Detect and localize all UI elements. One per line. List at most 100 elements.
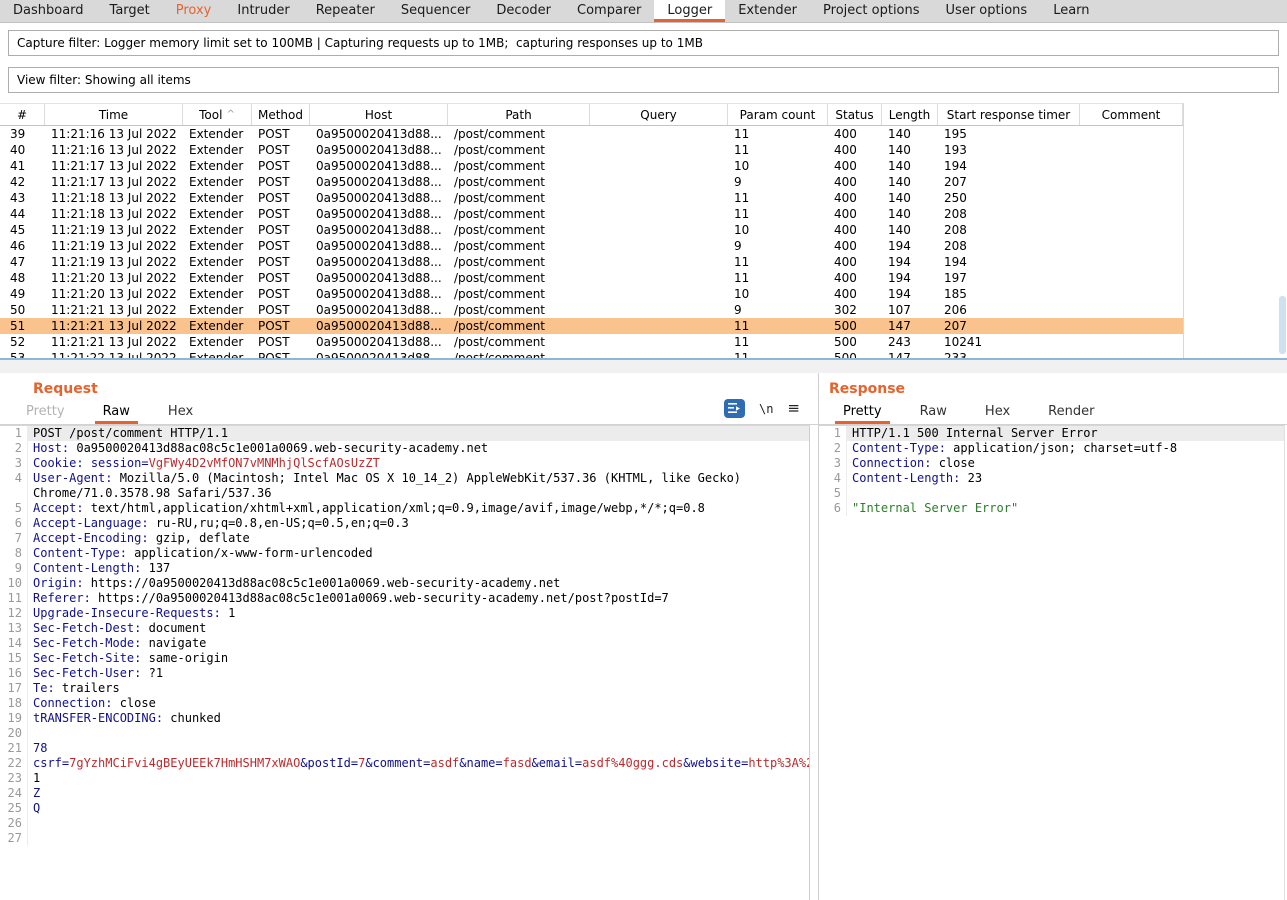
menu-tab-target[interactable]: Target [97,0,163,22]
line-number: 3 [0,456,28,471]
column-header-host[interactable]: Host [310,104,448,125]
menu-tab-decoder[interactable]: Decoder [483,0,564,22]
table-row[interactable]: 5011:21:21 13 Jul 2022ExtenderPOST0a9500… [0,302,1287,318]
menu-tab-sequencer[interactable]: Sequencer [388,0,483,22]
editor-menu-icon[interactable]: ≡ [787,401,800,416]
response-tab-raw[interactable]: Raw [912,400,955,424]
editor-line: 231 [0,771,809,786]
table-row[interactable]: 4511:21:19 13 Jul 2022ExtenderPOST0a9500… [0,222,1287,238]
cell [1080,286,1183,302]
line-content: tRANSFER-ENCODING: chunked [28,711,809,726]
table-row[interactable]: 4411:21:18 13 Jul 2022ExtenderPOST0a9500… [0,206,1287,222]
cell: 400 [828,206,882,222]
column-header-time[interactable]: Time [45,104,183,125]
response-tab-render[interactable]: Render [1040,400,1102,424]
column-header-query[interactable]: Query [590,104,728,125]
table-row[interactable]: 4911:21:20 13 Jul 2022ExtenderPOST0a9500… [0,286,1287,302]
line-content: Sec-Fetch-User: ?1 [28,666,809,681]
table-row[interactable]: 3911:21:16 13 Jul 2022ExtenderPOST0a9500… [0,126,1287,142]
table-row[interactable]: 5211:21:21 13 Jul 2022ExtenderPOST0a9500… [0,334,1287,350]
menu-tab-extender[interactable]: Extender [725,0,810,22]
pretty-print-icon[interactable] [724,399,745,418]
menu-tab-dashboard[interactable]: Dashboard [0,0,97,22]
table-row[interactable]: 4311:21:18 13 Jul 2022ExtenderPOST0a9500… [0,190,1287,206]
column-header-param-count[interactable]: Param count [728,104,828,125]
line-number: 5 [0,501,28,516]
cell: 185 [938,286,1080,302]
table-row[interactable]: 4111:21:17 13 Jul 2022ExtenderPOST0a9500… [0,158,1287,174]
request-tab-pretty[interactable]: Pretty [18,400,73,424]
menu-tab-intruder[interactable]: Intruder [224,0,302,22]
request-editor[interactable]: 1POST /post/comment HTTP/1.12Host: 0a950… [0,425,810,900]
cell: /post/comment [448,126,590,142]
line-number: 8 [0,546,28,561]
newline-toggle-icon[interactable]: \n [759,402,773,416]
column-header-comment[interactable]: Comment [1080,104,1183,125]
line-number: 19 [0,711,28,726]
request-tab-raw[interactable]: Raw [95,400,138,424]
response-tab-hex[interactable]: Hex [977,400,1018,424]
cell: 400 [828,126,882,142]
line-number: 24 [0,786,28,801]
cell: 400 [828,174,882,190]
cell [1080,190,1183,206]
line-content: Content-Length: 23 [847,471,1284,486]
cell [1080,334,1183,350]
menu-tab-learn[interactable]: Learn [1040,0,1102,22]
cell: 194 [882,270,938,286]
cell: 197 [938,270,1080,286]
table-row[interactable]: 4811:21:20 13 Jul 2022ExtenderPOST0a9500… [0,270,1287,286]
line-content: 1 [28,771,809,786]
menu-tab-proxy[interactable]: Proxy [163,0,225,22]
cell [590,190,728,206]
request-tab-hex[interactable]: Hex [160,400,201,424]
column-header-start-response-timer[interactable]: Start response timer [938,104,1080,125]
cell [590,254,728,270]
line-number: 15 [0,651,28,666]
table-row[interactable]: 4211:21:17 13 Jul 2022ExtenderPOST0a9500… [0,174,1287,190]
line-number: 9 [0,561,28,576]
menu-tab-comparer[interactable]: Comparer [564,0,654,22]
table-row[interactable]: 5111:21:21 13 Jul 2022ExtenderPOST0a9500… [0,318,1287,334]
cell: /post/comment [448,270,590,286]
column-header-method[interactable]: Method [252,104,310,125]
menu-tab-project-options[interactable]: Project options [810,0,933,22]
cell: 11:21:17 13 Jul 2022 [45,158,183,174]
column-header-tool[interactable]: Tool^ [183,104,252,125]
cell: 11 [728,206,828,222]
cell [590,126,728,142]
line-number: 2 [819,441,847,456]
cell: 11:21:21 13 Jul 2022 [45,334,183,350]
table-row[interactable]: 4011:21:16 13 Jul 2022ExtenderPOST0a9500… [0,142,1287,158]
column-header-path[interactable]: Path [448,104,590,125]
cell: Extender [183,302,252,318]
editor-line: 18Connection: close [0,696,809,711]
cell: 147 [882,350,938,358]
table-scrollbar-thumb[interactable] [1279,296,1286,354]
cell: 140 [882,142,938,158]
capture-filter-bar[interactable]: Capture filter: Logger memory limit set … [8,30,1279,56]
line-number: 6 [0,516,28,531]
cell: 11:21:19 13 Jul 2022 [45,254,183,270]
cell: 0a9500020413d88... [310,286,448,302]
editor-line: 26 [0,816,809,831]
menu-tab-user-options[interactable]: User options [933,0,1041,22]
horizontal-splitter[interactable] [0,358,1287,373]
column-header--[interactable]: # [0,104,45,125]
view-filter-bar[interactable]: View filter: Showing all items [8,67,1279,93]
table-row[interactable]: 4611:21:19 13 Jul 2022ExtenderPOST0a9500… [0,238,1287,254]
cell: 10 [728,286,828,302]
table-row[interactable]: 4711:21:19 13 Jul 2022ExtenderPOST0a9500… [0,254,1287,270]
cell: 0a9500020413d88... [310,254,448,270]
column-header-status[interactable]: Status [828,104,882,125]
response-tab-pretty[interactable]: Pretty [835,400,890,424]
menu-tab-logger[interactable]: Logger [654,0,725,22]
column-header-length[interactable]: Length [882,104,938,125]
cell: 207 [938,174,1080,190]
cell: 39 [0,126,45,142]
cell: 400 [828,190,882,206]
line-content [28,816,809,831]
menu-tab-repeater[interactable]: Repeater [303,0,388,22]
table-row[interactable]: 5311:21:22 13 Jul 2022ExtenderPOST0a9500… [0,350,1287,358]
response-editor[interactable]: 1HTTP/1.1 500 Internal Server Error2Cont… [819,425,1285,900]
